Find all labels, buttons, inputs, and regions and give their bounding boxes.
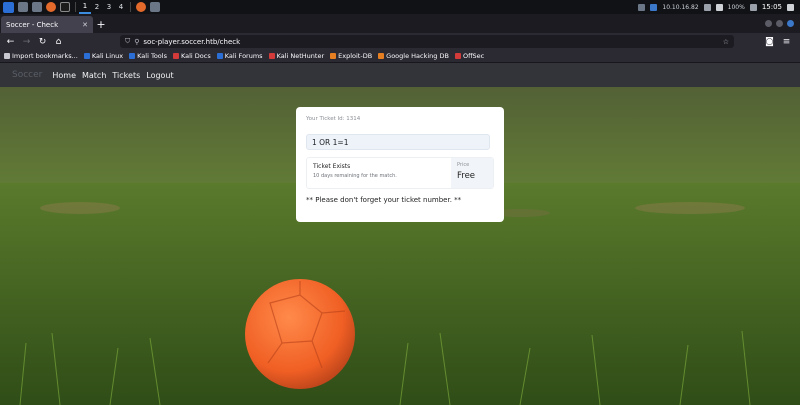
bookmark-kali-nethunter[interactable]: Kali NetHunter (268, 52, 325, 60)
workspace-1[interactable]: 1 (79, 0, 91, 14)
taskbar-separator (130, 2, 131, 12)
lock-icon[interactable] (749, 3, 757, 11)
nethunter-icon (268, 53, 275, 59)
ticket-id-label: Your Ticket Id: 1314 (306, 116, 361, 122)
navigation-bar: ← → ↻ ⌂ ⛉ ⚲ soc-player.soccer.htb/check … (0, 33, 800, 50)
site-navbar: Soccer Home Match Tickets Logout (0, 63, 800, 87)
ghdb-icon (378, 53, 385, 59)
nav-match[interactable]: Match (82, 71, 106, 80)
bookmark-label: Kali Tools (137, 52, 167, 60)
url-bar[interactable]: ⛉ ⚲ soc-player.soccer.htb/check ☆ (120, 35, 734, 48)
bookmark-exploit-db[interactable]: Exploit-DB (330, 52, 372, 60)
taskbar: 1 2 3 4 10.10.16.82 100% 15:05 (0, 0, 800, 14)
ticket-result: Ticket Exists 10 days remaining for the … (306, 157, 494, 189)
price-box: Price Free (451, 158, 493, 188)
bookmark-import[interactable]: Import bookmarks... (4, 52, 78, 60)
shield-icon[interactable]: ⛉ (125, 37, 130, 46)
pocket-icon[interactable]: ◙ (763, 35, 776, 48)
clock: 15:05 (761, 3, 782, 11)
kali-tools-icon (129, 53, 136, 59)
web-page: Soccer Home Match Tickets Logout Your Ti… (0, 63, 800, 405)
tab-title: Soccer - Check (6, 20, 59, 29)
offsec-icon (454, 53, 461, 59)
result-title: Ticket Exists (313, 163, 351, 170)
kali-forums-icon (216, 53, 223, 59)
speaker-icon[interactable] (703, 3, 711, 11)
bookmark-star-icon[interactable]: ☆ (723, 38, 729, 46)
ticket-reminder: ** Please don't forget your ticket numbe… (306, 196, 462, 204)
tray-icon[interactable] (638, 3, 646, 11)
bookmark-label: Kali Linux (91, 52, 124, 60)
site-brand[interactable]: Soccer (12, 70, 42, 80)
bell-icon[interactable] (715, 3, 723, 11)
bookmark-label: Kali Docs (180, 52, 211, 60)
menu-icon[interactable]: ≡ (780, 35, 793, 48)
bookmark-kali-docs[interactable]: Kali Docs (172, 52, 211, 60)
home-icon[interactable]: ⌂ (52, 35, 65, 48)
kali-menu-icon[interactable] (3, 1, 14, 13)
bookmarks-toolbar: Import bookmarks... Kali Linux Kali Tool… (0, 50, 800, 63)
tab-strip: Soccer - Check ✕ + (0, 14, 800, 33)
bookmark-label: Kali NetHunter (276, 52, 325, 60)
exploit-db-icon (330, 53, 337, 59)
taskbar-separator (75, 2, 76, 12)
bookmark-kali-forums[interactable]: Kali Forums (216, 52, 263, 60)
nav-tickets[interactable]: Tickets (112, 71, 140, 80)
terminal-icon[interactable] (60, 2, 70, 12)
kali-docs-icon (172, 53, 179, 59)
file-manager-icon[interactable] (32, 2, 42, 12)
bookmark-label: Google Hacking DB (386, 52, 449, 60)
import-icon (4, 53, 10, 59)
site-info-icon[interactable]: ⚲ (134, 38, 139, 46)
ticket-input[interactable]: 1 OR 1=1 (306, 134, 490, 150)
minimize-icon[interactable] (765, 20, 772, 27)
battery-level: 100% (727, 3, 745, 11)
bookmark-label: Import bookmarks... (12, 52, 78, 60)
bookmark-google-hacking-db[interactable]: Google Hacking DB (378, 52, 449, 60)
bookmark-kali-tools[interactable]: Kali Tools (129, 52, 167, 60)
price-value: Free (457, 171, 476, 181)
ticket-check-card: Your Ticket Id: 1314 1 OR 1=1 Ticket Exi… (296, 107, 504, 222)
close-tab-icon[interactable]: ✕ (82, 21, 88, 29)
nav-logout[interactable]: Logout (146, 71, 173, 80)
bookmark-label: OffSec (462, 52, 485, 60)
bookmark-offsec[interactable]: OffSec (454, 52, 485, 60)
firefox-icon[interactable] (46, 2, 56, 12)
window-controls (765, 20, 800, 27)
result-subtitle: 10 days remaining for the match. (313, 173, 397, 179)
network-icon[interactable] (650, 3, 658, 11)
result-details: Ticket Exists 10 days remaining for the … (307, 158, 451, 188)
kali-icon (83, 53, 90, 59)
forward-icon[interactable]: → (20, 35, 33, 48)
desktop-icon[interactable] (18, 2, 28, 12)
power-icon[interactable] (787, 3, 794, 11)
firefox-window-icon[interactable] (136, 2, 146, 12)
close-window-icon[interactable] (787, 20, 794, 27)
bookmark-label: Kali Forums (224, 52, 263, 60)
maximize-icon[interactable] (776, 20, 783, 27)
app-window-icon[interactable] (150, 2, 160, 12)
url-text[interactable]: soc-player.soccer.htb/check (143, 38, 718, 46)
vpn-ip: 10.10.16.82 (662, 3, 699, 11)
nav-home[interactable]: Home (52, 71, 76, 80)
new-tab-button[interactable]: + (93, 16, 109, 33)
workspace-2[interactable]: 2 (91, 0, 103, 14)
workspace-3[interactable]: 3 (103, 0, 115, 14)
price-label: Price (457, 162, 470, 168)
reload-icon[interactable]: ↻ (36, 35, 49, 48)
back-icon[interactable]: ← (4, 35, 17, 48)
bookmark-label: Exploit-DB (338, 52, 373, 60)
browser-tab[interactable]: Soccer - Check ✕ (1, 16, 93, 33)
workspace-4[interactable]: 4 (115, 0, 127, 14)
bookmark-kali-linux[interactable]: Kali Linux (83, 52, 124, 60)
